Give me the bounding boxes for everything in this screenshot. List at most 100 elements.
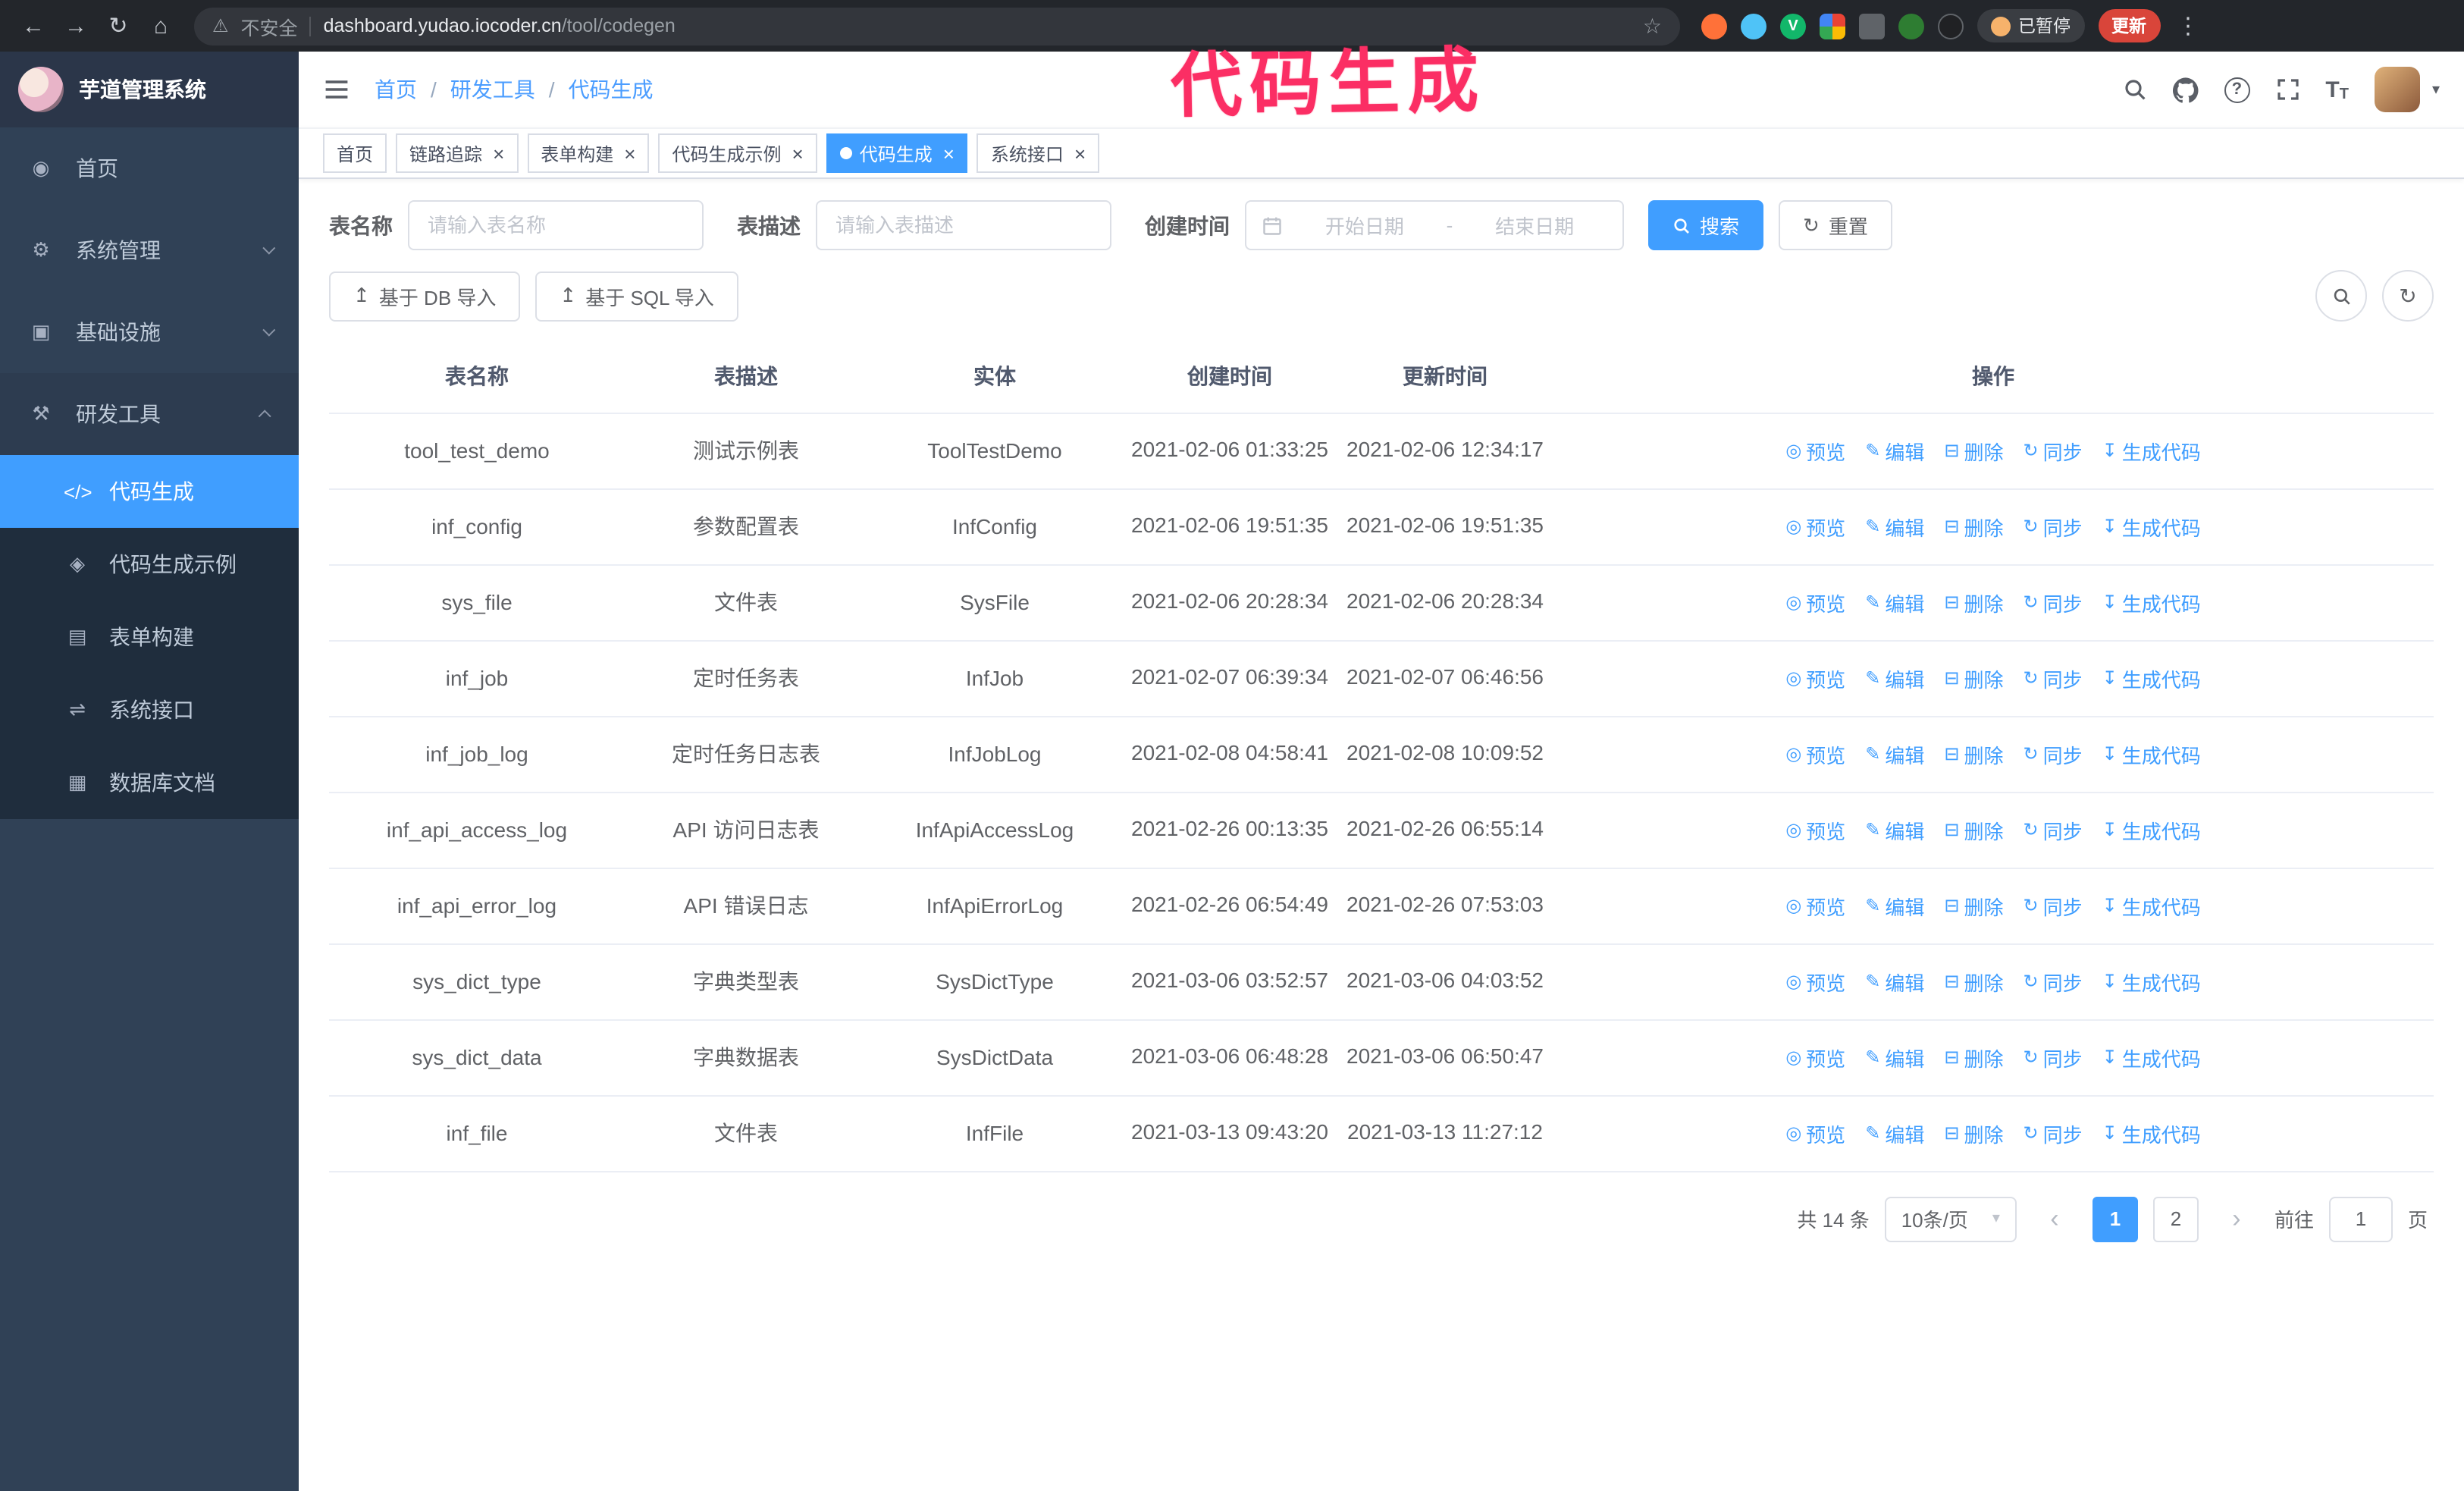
action-generate-code-link[interactable]: ↧ 生成代码 (2102, 891, 2201, 920)
action-preview-link[interactable]: ◎ 预览 (1785, 891, 1845, 920)
toggle-search-button[interactable] (2315, 270, 2367, 322)
action-preview-link[interactable]: ◎ 预览 (1785, 739, 1845, 768)
next-page-button[interactable]: › (2213, 1196, 2259, 1242)
action-edit-link[interactable]: ✎ 编辑 (1865, 891, 1924, 920)
sidebar-item-system-api[interactable]: ⇌ 系统接口 (0, 673, 299, 746)
close-icon[interactable]: × (624, 142, 635, 165)
action-generate-code-link[interactable]: ↧ 生成代码 (2102, 1043, 2201, 1072)
action-preview-link[interactable]: ◎ 预览 (1785, 967, 1845, 996)
action-preview-link[interactable]: ◎ 预览 (1785, 664, 1845, 692)
action-delete-link[interactable]: ⊟ 删除 (1944, 967, 2003, 996)
action-generate-code-link[interactable]: ↧ 生成代码 (2102, 1119, 2201, 1147)
action-edit-link[interactable]: ✎ 编辑 (1865, 815, 1924, 844)
import-sql-button[interactable]: ↥ 基于 SQL 导入 (535, 271, 738, 321)
action-edit-link[interactable]: ✎ 编辑 (1865, 588, 1924, 617)
action-delete-link[interactable]: ⊟ 删除 (1944, 739, 2003, 768)
close-icon[interactable]: × (1074, 142, 1086, 165)
action-preview-link[interactable]: ◎ 预览 (1785, 1043, 1845, 1072)
sidebar-item-database-doc[interactable]: ▦ 数据库文档 (0, 746, 299, 819)
hamburger-icon[interactable] (323, 76, 350, 103)
reset-button[interactable]: ↻ 重置 (1779, 200, 1892, 250)
sidebar-item-infrastructure[interactable]: ▣ 基础设施 (0, 291, 299, 373)
search-button[interactable]: 搜索 (1648, 200, 1764, 250)
action-sync-link[interactable]: ↻ 同步 (2024, 967, 2083, 996)
action-delete-link[interactable]: ⊟ 删除 (1944, 512, 2003, 541)
close-icon[interactable]: × (493, 142, 504, 165)
sidebar-item-code-generation[interactable]: </> 代码生成 (0, 455, 299, 528)
action-generate-code-link[interactable]: ↧ 生成代码 (2102, 436, 2201, 465)
help-icon[interactable]: ? (2224, 77, 2250, 102)
sidebar-item-home[interactable]: ◉ 首页 (0, 127, 299, 209)
action-delete-link[interactable]: ⊟ 删除 (1944, 588, 2003, 617)
action-edit-link[interactable]: ✎ 编辑 (1865, 739, 1924, 768)
action-delete-link[interactable]: ⊟ 删除 (1944, 1119, 2003, 1147)
back-icon[interactable]: ← (15, 13, 52, 39)
sidebar-item-system-management[interactable]: ⚙ 系统管理 (0, 209, 299, 291)
action-sync-link[interactable]: ↻ 同步 (2024, 664, 2083, 692)
extension-icon[interactable] (1898, 13, 1924, 39)
import-db-button[interactable]: ↥ 基于 DB 导入 (329, 271, 521, 321)
view-tab[interactable]: 链路追踪 × (396, 133, 519, 173)
view-tab[interactable]: 代码生成示例 × (658, 133, 817, 173)
extension-icon[interactable] (1741, 13, 1766, 39)
sidebar-item-dev-tools[interactable]: ⚒ 研发工具 (0, 373, 299, 455)
action-sync-link[interactable]: ↻ 同步 (2024, 436, 2083, 465)
action-edit-link[interactable]: ✎ 编辑 (1865, 1043, 1924, 1072)
action-sync-link[interactable]: ↻ 同步 (2024, 588, 2083, 617)
action-generate-code-link[interactable]: ↧ 生成代码 (2102, 967, 2201, 996)
extension-icon[interactable] (1859, 13, 1885, 39)
extension-icon[interactable]: V (1780, 13, 1806, 39)
action-edit-link[interactable]: ✎ 编辑 (1865, 664, 1924, 692)
paused-badge[interactable]: 已暂停 (1977, 9, 2084, 42)
reload-icon[interactable]: ↻ (100, 12, 136, 39)
page-size-select[interactable]: 10条/页 ▾ (1884, 1196, 2017, 1242)
browser-menu-icon[interactable]: ⋮ (2177, 12, 2199, 39)
sidebar-item-codegen-example[interactable]: ◈ 代码生成示例 (0, 528, 299, 601)
table-desc-input[interactable] (816, 200, 1111, 250)
action-delete-link[interactable]: ⊟ 删除 (1944, 815, 2003, 844)
action-sync-link[interactable]: ↻ 同步 (2024, 815, 2083, 844)
action-sync-link[interactable]: ↻ 同步 (2024, 891, 2083, 920)
action-sync-link[interactable]: ↻ 同步 (2024, 512, 2083, 541)
fullscreen-icon[interactable] (2275, 77, 2299, 102)
sidebar-item-form-builder[interactable]: ▤ 表单构建 (0, 601, 299, 673)
action-edit-link[interactable]: ✎ 编辑 (1865, 436, 1924, 465)
create-time-range-picker[interactable]: 开始日期 - 结束日期 (1245, 200, 1624, 250)
action-preview-link[interactable]: ◎ 预览 (1785, 512, 1845, 541)
action-sync-link[interactable]: ↻ 同步 (2024, 739, 2083, 768)
page-1-button[interactable]: 1 (2092, 1196, 2138, 1242)
view-tab[interactable]: 系统接口 × (977, 133, 1100, 173)
close-icon[interactable]: × (943, 142, 955, 165)
github-icon[interactable] (2172, 77, 2198, 102)
action-preview-link[interactable]: ◎ 预览 (1785, 1119, 1845, 1147)
action-generate-code-link[interactable]: ↧ 生成代码 (2102, 815, 2201, 844)
action-delete-link[interactable]: ⊟ 删除 (1944, 436, 2003, 465)
action-edit-link[interactable]: ✎ 编辑 (1865, 1119, 1924, 1147)
extension-icon[interactable] (1938, 13, 1964, 39)
action-preview-link[interactable]: ◎ 预览 (1785, 588, 1845, 617)
breadcrumb-home[interactable]: 首页 (375, 74, 417, 105)
action-generate-code-link[interactable]: ↧ 生成代码 (2102, 512, 2201, 541)
action-sync-link[interactable]: ↻ 同步 (2024, 1119, 2083, 1147)
avatar-caret-icon[interactable]: ▾ (2432, 81, 2440, 98)
refresh-table-button[interactable]: ↻ (2382, 270, 2434, 322)
breadcrumb-dev-tools[interactable]: 研发工具 (450, 74, 535, 105)
goto-page-input[interactable] (2328, 1196, 2393, 1242)
search-icon[interactable] (2122, 77, 2146, 102)
bookmark-star-icon[interactable]: ☆ (1643, 13, 1662, 39)
user-avatar[interactable] (2374, 67, 2420, 112)
prev-page-button[interactable]: ‹ (2031, 1196, 2077, 1242)
action-generate-code-link[interactable]: ↧ 生成代码 (2102, 739, 2201, 768)
action-generate-code-link[interactable]: ↧ 生成代码 (2102, 588, 2201, 617)
view-tab[interactable]: 代码生成 × (826, 133, 968, 173)
action-generate-code-link[interactable]: ↧ 生成代码 (2102, 664, 2201, 692)
page-2-button[interactable]: 2 (2152, 1196, 2199, 1242)
action-preview-link[interactable]: ◎ 预览 (1785, 436, 1845, 465)
action-edit-link[interactable]: ✎ 编辑 (1865, 967, 1924, 996)
view-tab[interactable]: 表单构建 × (527, 133, 650, 173)
logo[interactable]: 芋道管理系统 (0, 52, 299, 127)
extension-icon[interactable] (1820, 13, 1845, 39)
extension-icon[interactable] (1701, 13, 1727, 39)
close-icon[interactable]: × (792, 142, 804, 165)
action-delete-link[interactable]: ⊟ 删除 (1944, 1043, 2003, 1072)
